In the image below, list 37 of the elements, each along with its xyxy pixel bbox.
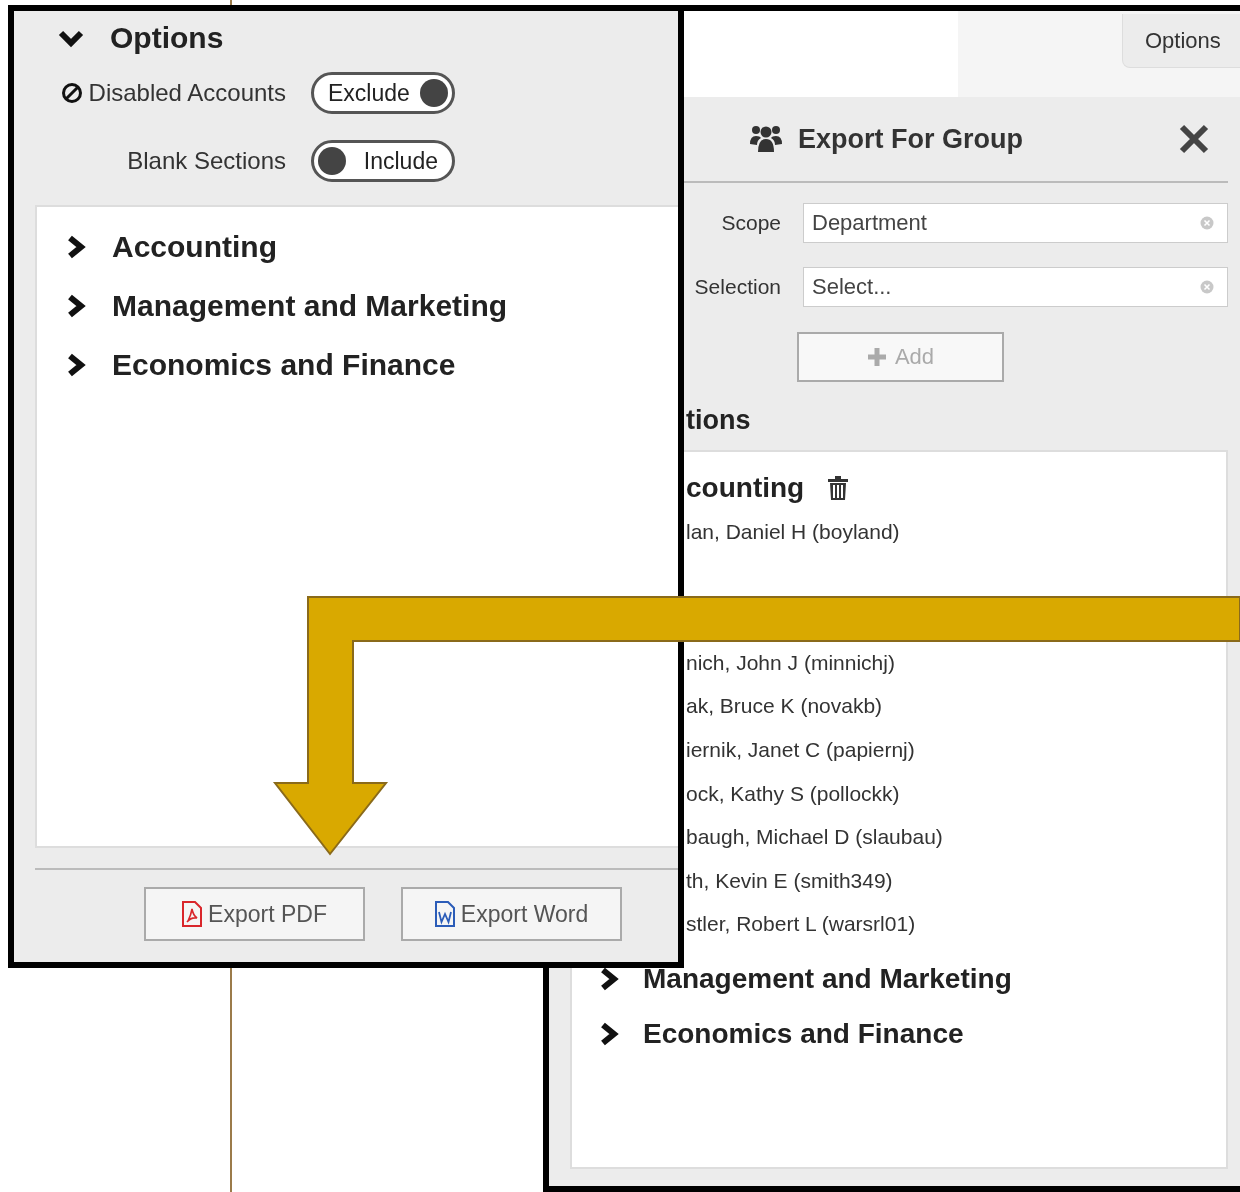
select-field[interactable]: Select... (803, 267, 1228, 307)
member-name: ak, Bruce K (novakb) (685, 693, 884, 720)
section-title[interactable]: Management and Marketing (112, 288, 508, 323)
section-title[interactable]: Management and Marketing (643, 963, 1012, 996)
field-label: Selection (693, 275, 781, 299)
pdf-file-icon (182, 901, 203, 927)
section-title[interactable]: Economics and Finance (112, 347, 456, 382)
member-name: nich, John J (minnichj) (685, 649, 896, 676)
options-tab[interactable]: Options (1122, 14, 1240, 68)
member-name: iernik, Janet C (papiernj) (685, 736, 916, 763)
chevron-down-icon[interactable] (58, 28, 84, 48)
plus-icon (866, 347, 887, 367)
dialog-title: Export For Group (798, 123, 1024, 155)
section-title[interactable]: Accounting (112, 229, 277, 264)
toggle-switch[interactable]: Include (311, 140, 455, 182)
options-heading: Options (110, 21, 224, 55)
export-pdf-button[interactable]: Export PDF (144, 887, 365, 941)
chevron-right-icon (598, 967, 620, 992)
group-icon (750, 124, 782, 154)
sections-heading: tions (686, 404, 752, 436)
select-field[interactable]: Department (803, 203, 1228, 243)
trash-icon[interactable] (828, 476, 849, 500)
setting-label: Disabled Accounts (88, 79, 286, 107)
setting-label: Blank Sections (127, 147, 286, 175)
export-word-button[interactable]: Export Word (401, 887, 622, 941)
member-name: th, Kevin E (smith349) (685, 867, 894, 894)
section-title[interactable]: counting (686, 472, 805, 504)
close-icon[interactable] (1178, 123, 1210, 155)
word-file-icon (434, 901, 455, 927)
toggle-switch[interactable]: Exclude (311, 72, 455, 114)
field-label: Scope (720, 211, 781, 235)
ban-icon (60, 82, 83, 104)
member-name: ock, Kathy S (pollockk) (685, 780, 901, 807)
member-name: lan, Daniel H (boyland) (685, 519, 901, 545)
section-title[interactable]: Economics and Finance (643, 1018, 964, 1051)
member-name: baugh, Michael D (slaubau) (685, 824, 944, 851)
chevron-right-icon (598, 1022, 620, 1047)
